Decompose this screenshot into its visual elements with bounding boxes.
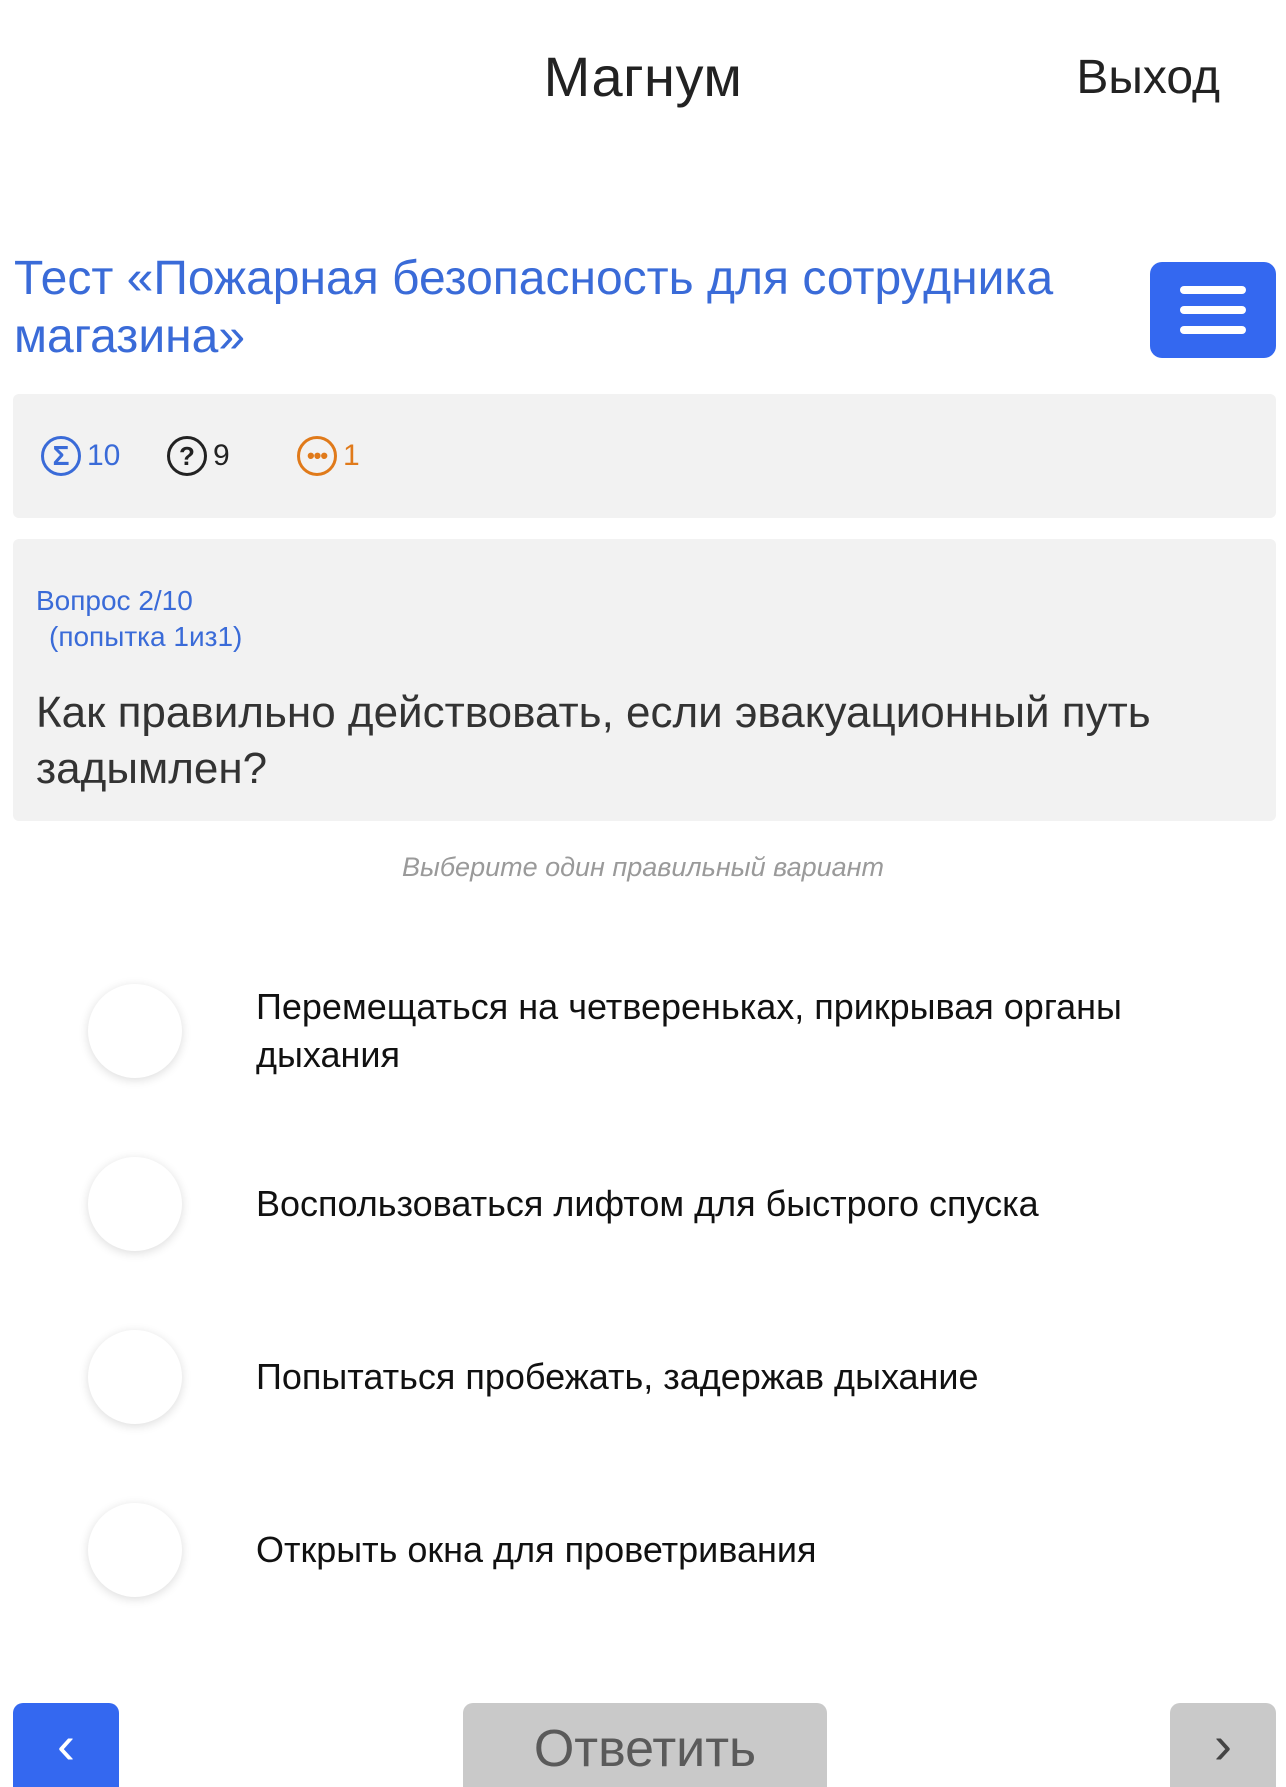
stat-questions-value: 9 — [213, 439, 230, 472]
answer-option[interactable]: Воспользоваться лифтом для быстрого спус… — [0, 1145, 1286, 1265]
test-title: Тест «Пожарная безопасность для сотрудни… — [14, 252, 1054, 363]
question-text: Как правильно действовать, если эвакуаци… — [36, 688, 1151, 793]
question-counter: Вопрос 2/10 — [36, 585, 193, 616]
stat-pending-value: 1 — [343, 439, 360, 472]
answer-option[interactable]: Попытаться пробежать, задержав дыхание — [0, 1318, 1286, 1438]
radio-button[interactable] — [88, 1503, 182, 1597]
menu-button[interactable] — [1150, 262, 1276, 358]
answer-option[interactable]: Перемещаться на четвереньках, прикрывая … — [0, 972, 1286, 1092]
stats-panel: Σ 10 ? 9 ••• 1 — [13, 394, 1276, 518]
answer-hint: Выберите один правильный вариант — [401, 852, 885, 882]
next-question-button[interactable]: › — [1170, 1703, 1276, 1787]
logout-button[interactable]: Выход — [1076, 50, 1220, 105]
ellipsis-icon: ••• — [297, 436, 337, 476]
question-attempt: (попытка 1из1) — [49, 621, 243, 652]
answer-option-label: Воспользоваться лифтом для быстрого спус… — [256, 1183, 1039, 1224]
stat-total-value: 10 — [87, 439, 121, 472]
chevron-left-icon: ‹ — [57, 1715, 75, 1775]
radio-button[interactable] — [88, 984, 182, 1078]
previous-question-button[interactable]: ‹ — [13, 1703, 119, 1787]
submit-answer-button[interactable]: Ответить — [463, 1703, 827, 1787]
answer-option-label: Перемещаться на четвереньках, прикрывая … — [256, 986, 1122, 1075]
stat-questions: ? 9 — [167, 434, 230, 478]
question-card: Вопрос 2/10 (попытка 1из1) Как правильно… — [13, 539, 1276, 821]
quiz-page: Магнум Выход Тест «Пожарная безопасность… — [0, 0, 1286, 1787]
radio-button[interactable] — [88, 1330, 182, 1424]
answer-option[interactable]: Открыть окна для проветривания — [0, 1491, 1286, 1611]
submit-answer-label: Ответить — [533, 1720, 757, 1778]
stat-pending: ••• 1 — [297, 434, 360, 478]
radio-button[interactable] — [88, 1157, 182, 1251]
sigma-icon: Σ — [41, 436, 81, 476]
stat-total: Σ 10 — [41, 434, 120, 478]
question-icon: ? — [167, 436, 207, 476]
answer-option-label: Попытаться пробежать, задержав дыхание — [256, 1356, 979, 1397]
answer-option-label: Открыть окна для проветривания — [256, 1529, 817, 1570]
chevron-right-icon: › — [1214, 1715, 1232, 1775]
header: Магнум Выход — [0, 0, 1286, 160]
